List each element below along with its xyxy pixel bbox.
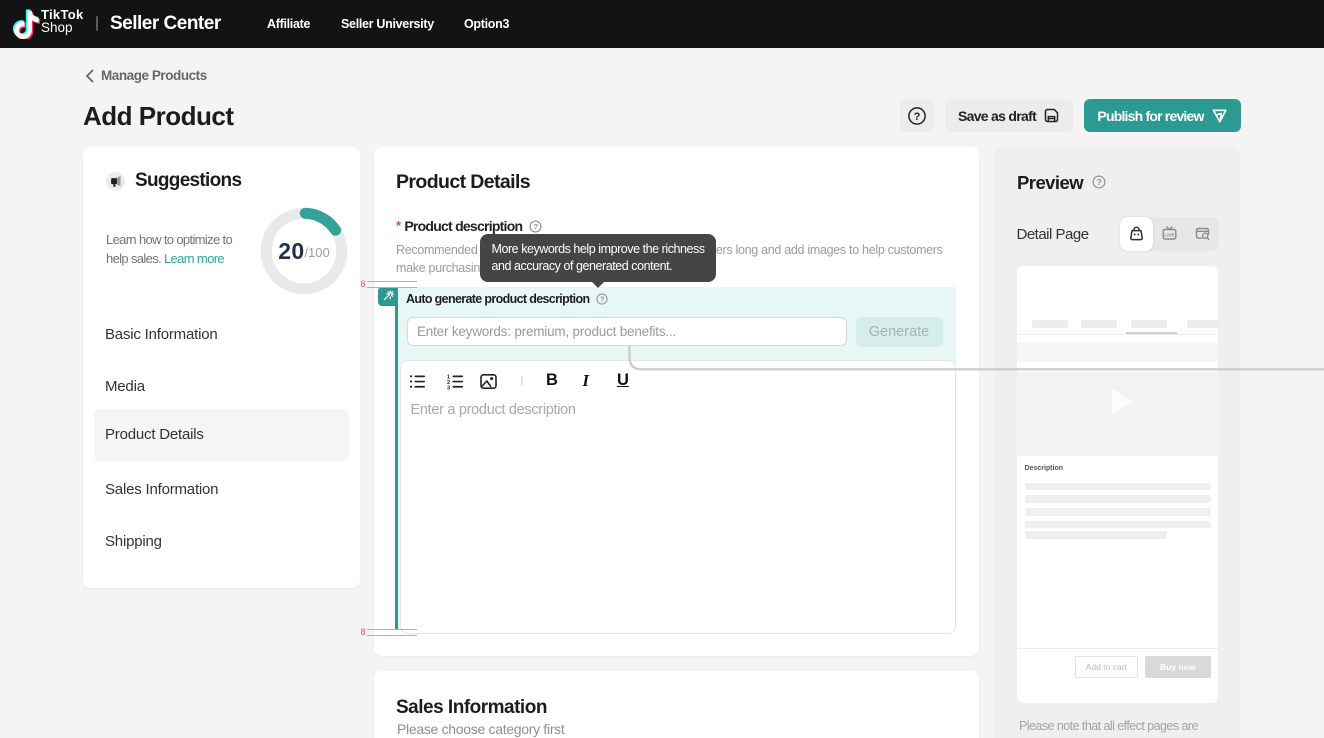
svg-text:LIVE: LIVE <box>1164 232 1174 237</box>
svg-text:?: ? <box>534 222 539 231</box>
svg-text:3: 3 <box>447 385 450 391</box>
svg-text:?: ? <box>914 111 921 123</box>
svg-text:?: ? <box>600 297 604 304</box>
svg-text:?: ? <box>1096 178 1101 187</box>
